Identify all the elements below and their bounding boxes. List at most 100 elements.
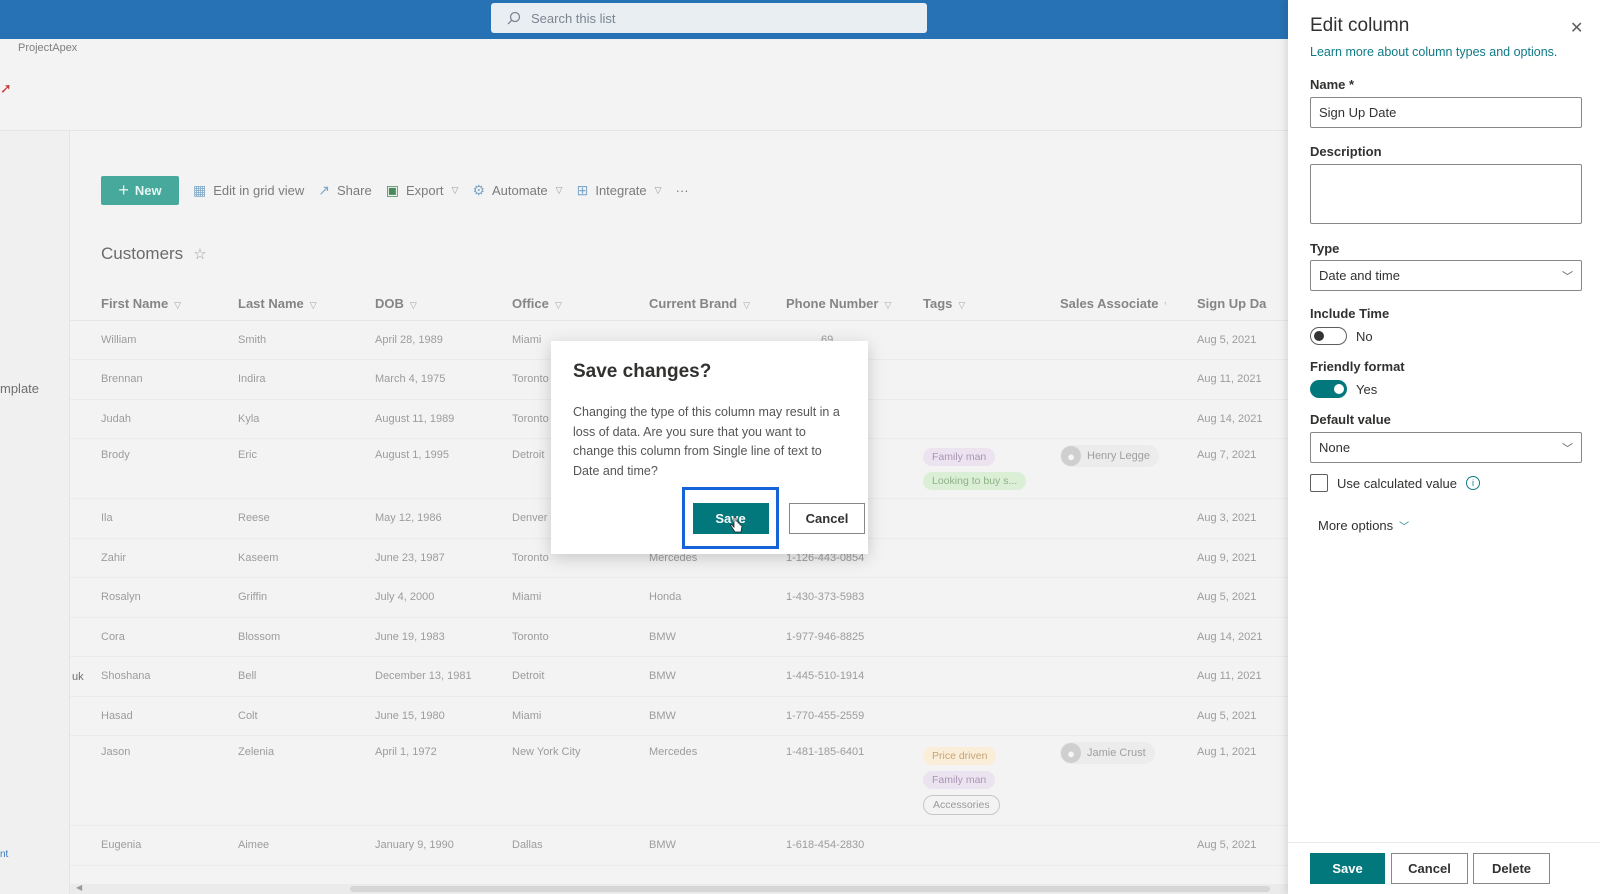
include-time-label: Include Time — [1310, 306, 1390, 321]
name-label: Name * — [1310, 77, 1355, 92]
hand-cursor-icon — [729, 516, 742, 532]
chevron-down-icon: ﹀ — [1562, 270, 1573, 283]
table-row[interactable]: Eugenia Aimee January 9, 1990 Dallas BMW 1-61… — [70, 825, 1288, 866]
scroll-left-icon[interactable]: ◀ — [76, 883, 82, 892]
description-label: Description — [1310, 144, 1382, 159]
edit-grid-view-button[interactable]: ▦ Edit in grid view — [193, 182, 304, 199]
avatar: ● — [1061, 446, 1081, 466]
friendly-format-toggle-row: Yes — [1310, 380, 1377, 398]
calculated-value-row: Use calculated value i — [1310, 474, 1480, 492]
command-bar: + New ▦ Edit in grid view ↗ Share ▣ Export ▽ … — [101, 176, 703, 205]
type-dropdown[interactable]: Date and time ﹀ — [1310, 260, 1582, 291]
tag-chip: Looking to buy s... — [923, 471, 1027, 490]
include-time-toggle-row: No — [1310, 327, 1373, 345]
column-header-office[interactable]: Office ▽ — [481, 288, 618, 321]
left-nav-item[interactable]: nt — [0, 849, 8, 860]
description-field[interactable] — [1310, 164, 1582, 224]
default-value-label: Default value — [1310, 412, 1391, 427]
column-header-current-brand[interactable]: Current Brand ▽ — [618, 288, 755, 321]
table-row[interactable]: Cora Blossom June 19, 1983 Toronto BMW 1-977-… — [70, 617, 1288, 657]
edit-column-panel: Edit column ✕ Learn more about column ty… — [1288, 0, 1600, 894]
focus-highlight: Save — [682, 487, 779, 549]
chevron-down-icon: ﹀ — [1562, 442, 1573, 455]
excel-icon: ▣ — [385, 182, 399, 198]
scrollbar-thumb[interactable] — [350, 886, 1270, 892]
share-icon: ↗ — [318, 182, 331, 198]
chevron-down-icon: ▽ — [884, 300, 892, 311]
automate-icon: ⚙ — [472, 182, 486, 198]
chevron-down-icon: ▽ — [958, 300, 966, 311]
list-title: Customers ☆ — [101, 244, 207, 263]
site-logo-icon: ➚ — [0, 80, 12, 96]
more-button[interactable]: ··· — [676, 183, 689, 198]
table-row[interactable]: Jason Zelenia April 1, 1972 New York City Me… — [70, 735, 1288, 826]
info-icon[interactable]: i — [1465, 476, 1480, 490]
left-nav-item[interactable]: mplate — [0, 381, 39, 396]
dialog-save-button[interactable]: Save — [692, 502, 769, 534]
person-chip[interactable]: ● Henry Legge — [1060, 445, 1159, 467]
dialog-message: Changing the type of this column may res… — [573, 405, 840, 478]
chevron-down-icon: ﹀ — [1399, 522, 1410, 533]
chevron-down-icon: ▽ — [174, 300, 182, 311]
column-header-phone-number[interactable]: Phone Number ▽ — [755, 288, 892, 321]
column-header-first-name[interactable]: First Name ▽ — [70, 288, 207, 321]
grid-icon: ▦ — [193, 182, 207, 198]
search-box[interactable]: Search this list — [491, 3, 927, 33]
integrate-icon: ⊞ — [576, 182, 589, 198]
chevron-down-icon: ▽ — [451, 185, 459, 195]
use-calculated-value-checkbox[interactable] — [1310, 474, 1328, 492]
chevron-down-icon: ▽ — [654, 185, 662, 195]
chevron-down-icon: ▽ — [555, 185, 563, 195]
save-changes-dialog: Save changes? Changing the type of this … — [551, 341, 868, 554]
column-header-tags[interactable]: Tags ▽ — [892, 288, 1029, 321]
include-time-toggle[interactable] — [1310, 327, 1347, 345]
column-header-sign-up-date[interactable]: Sign Up Da — [1166, 288, 1288, 321]
chevron-down-icon: ▽ — [743, 300, 751, 311]
horizontal-scrollbar[interactable]: ◀ — [70, 883, 1288, 894]
tag-chip: Price driven — [923, 746, 997, 765]
dialog-actions: Save Cancel — [682, 487, 865, 549]
name-field[interactable]: Sign Up Date — [1310, 97, 1582, 128]
header-row: First Name ▽ Last Name ▽ DOB ▽ Office ▽ Curr… — [70, 288, 1288, 321]
dialog-title: Save changes? — [573, 361, 712, 382]
panel-cancel-button[interactable]: Cancel — [1391, 853, 1468, 884]
search-icon — [507, 11, 521, 25]
avatar: ● — [1061, 743, 1081, 763]
chevron-down-icon: ▽ — [309, 300, 317, 311]
panel-delete-button[interactable]: Delete — [1473, 853, 1550, 884]
friendly-format-label: Friendly format — [1310, 359, 1405, 374]
panel-title: Edit column — [1310, 15, 1410, 36]
tag-chip: Family man — [923, 770, 996, 789]
automate-button[interactable]: ⚙ Automate ▽ — [472, 182, 562, 199]
default-value-dropdown[interactable]: None ﹀ — [1310, 432, 1582, 463]
tag-chip: Family man — [923, 447, 996, 466]
learn-more-link[interactable]: Learn more about column types and option… — [1310, 45, 1557, 59]
share-button[interactable]: ↗ Share — [318, 182, 371, 199]
type-label: Type — [1310, 241, 1340, 256]
chevron-down-icon: ▽ — [554, 300, 562, 311]
table-row[interactable]: Rosalyn Griffin July 4, 2000 Miami Honda 1-43… — [70, 577, 1288, 618]
table-row[interactable]: Hasad Colt June 15, 1980 Miami BMW 1-770-455-… — [70, 696, 1288, 736]
panel-save-button[interactable]: Save — [1310, 853, 1385, 884]
column-header-last-name[interactable]: Last Name ▽ — [207, 288, 344, 321]
close-icon[interactable]: ✕ — [1570, 18, 1583, 38]
suite-bar: Search this list — [0, 0, 1288, 39]
integrate-button[interactable]: ⊞ Integrate ▽ — [577, 182, 662, 199]
friendly-format-toggle[interactable] — [1310, 380, 1347, 398]
dialog-cancel-button[interactable]: Cancel — [789, 502, 865, 534]
chevron-down-icon: ▽ — [409, 300, 417, 311]
more-options-button[interactable]: More options ﹀ — [1318, 518, 1409, 533]
column-header-dob[interactable]: DOB ▽ — [344, 288, 481, 321]
table-row[interactable]: Shoshana Bell December 13, 1981 Detroit BMW 1… — [70, 656, 1288, 697]
column-header-sales-associate[interactable]: Sales Associate▽ — [1029, 288, 1166, 321]
new-button[interactable]: + New — [101, 176, 179, 205]
person-chip[interactable]: ● Jamie Crust — [1060, 742, 1155, 764]
tag-chip: Accessories — [923, 794, 1000, 815]
site-header — [0, 39, 1288, 131]
favorite-star-icon[interactable]: ☆ — [193, 245, 206, 263]
panel-footer: Save Cancel Delete — [1288, 842, 1600, 894]
export-button[interactable]: ▣ Export ▽ — [386, 182, 459, 199]
search-placeholder: Search this list — [531, 10, 616, 26]
site-name[interactable]: ProjectApex — [18, 42, 77, 54]
plus-icon: + — [118, 180, 129, 200]
